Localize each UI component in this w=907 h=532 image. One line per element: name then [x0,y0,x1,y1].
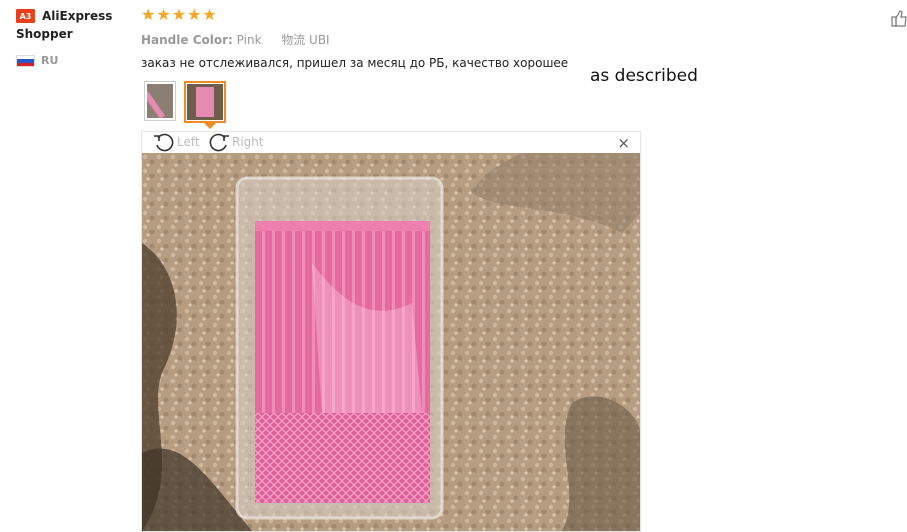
rotate-right-icon [209,133,229,152]
rotate-left-label: Left [177,135,200,149]
close-icon[interactable]: × [617,134,630,152]
review-thumbnails [144,81,226,123]
image-viewer: Left Right × [141,131,641,532]
handle-color-value: Pink [236,33,262,47]
shipping-label: 物流 [281,33,306,47]
star-icon: ★ [156,5,171,24]
russia-flag-icon [16,55,35,67]
rotate-left-icon [154,133,174,152]
rotate-left-button[interactable]: Left [153,132,200,152]
avatar: A3 [16,9,35,23]
star-icon: ★ [141,5,156,24]
rotate-right-label: Right [232,135,264,149]
active-thumb-caret [204,123,216,129]
viewer-toolbar: Left Right × [142,132,640,153]
helpful-button[interactable] [891,9,907,27]
star-rating: ★ ★ ★ ★ ★ [141,6,217,24]
rotate-right-button[interactable]: Right [208,132,264,152]
star-icon: ★ [187,5,202,24]
country-code: RU [41,54,59,67]
overlay-note: as described [590,66,698,86]
star-icon: ★ [171,5,187,24]
star-icon: ★ [202,5,217,24]
thumbs-up-icon [891,10,907,27]
review-photo [142,153,640,531]
review-thumbnail-2[interactable] [184,81,226,123]
product-attributes: Handle Color: Pink 物流 UBI [141,31,330,48]
handle-color-label: Handle Color: [141,33,233,47]
review-thumbnail-1[interactable] [144,81,176,121]
review-text: заказ не отслеживался, пришел за месяц д… [141,56,569,70]
shipping-value: UBI [309,33,330,47]
